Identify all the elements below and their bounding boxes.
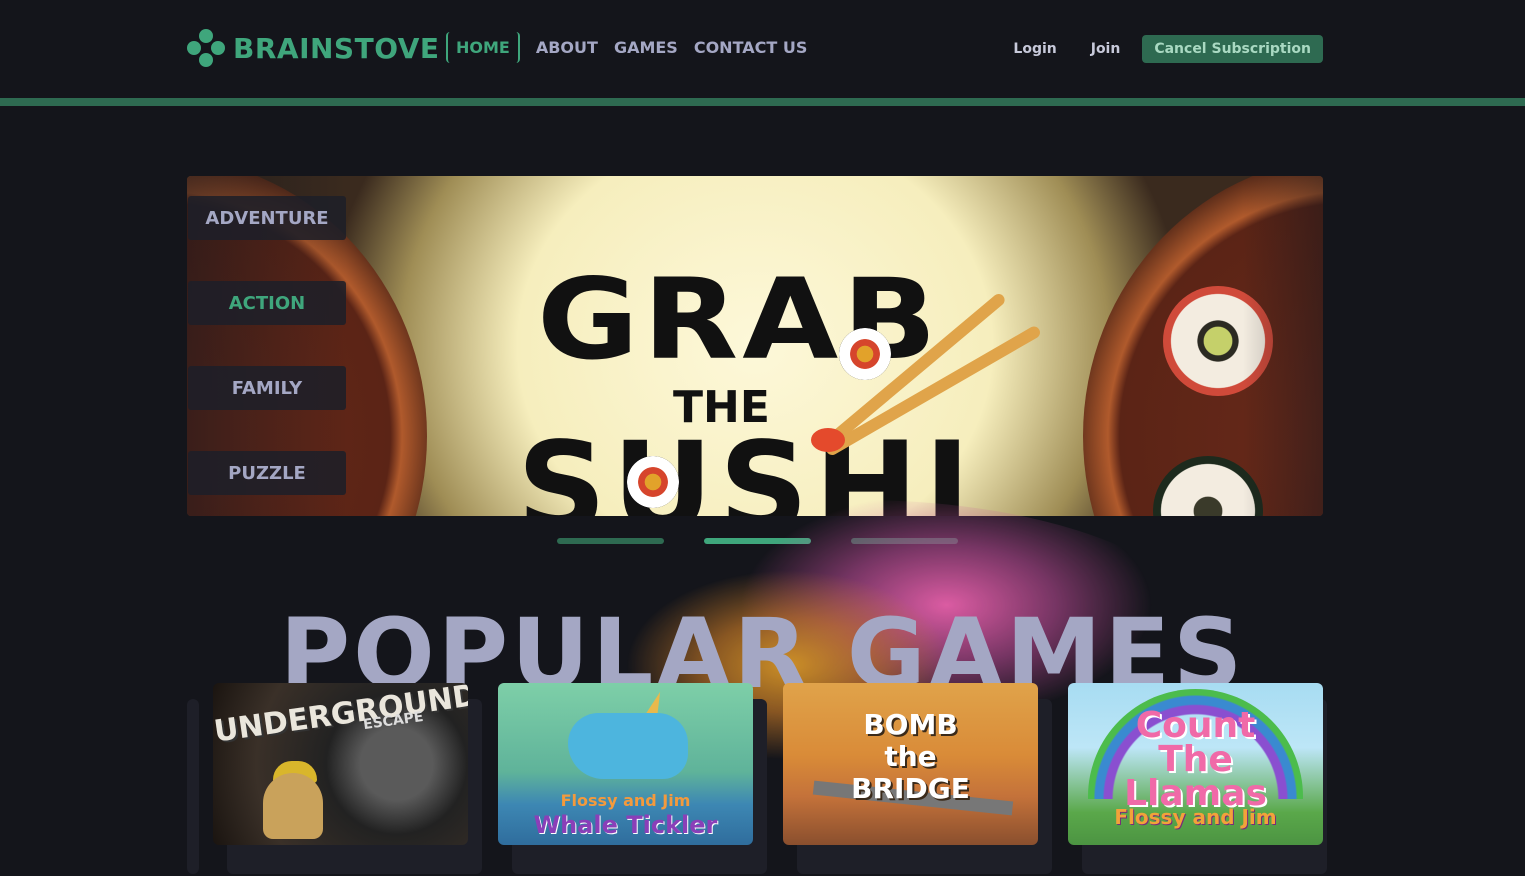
- category-puzzle-button[interactable]: PUZZLE: [188, 451, 346, 495]
- login-link[interactable]: Login: [1013, 41, 1056, 57]
- game-card-count-the-llamas[interactable]: Count The Llamas Flossy and Jim: [1068, 683, 1323, 845]
- game-card-whale-tickler[interactable]: Flossy and Jim Whale Tickler: [498, 683, 753, 845]
- nav-home[interactable]: HOME: [446, 32, 520, 63]
- game-card-title: UNDERGROUND: [213, 683, 468, 750]
- narwhal-icon: [568, 713, 688, 779]
- sushi-piece-icon: [627, 456, 679, 508]
- main-nav: HOME ABOUT GAMES CONTACT US: [446, 30, 823, 65]
- nav-contact-us[interactable]: CONTACT US: [694, 38, 808, 57]
- game-card-title: Count The Llamas: [1124, 705, 1267, 814]
- auth-links: Login Join Cancel Subscription: [979, 35, 1323, 63]
- game-card-bomb-the-bridge[interactable]: BOMB the BRIDGE: [783, 683, 1038, 845]
- miner-character-icon: [263, 773, 323, 839]
- game-card-subtitle: Flossy and Jim: [560, 791, 691, 810]
- category-adventure-button[interactable]: ADVENTURE: [188, 196, 346, 240]
- nav-games[interactable]: GAMES: [614, 38, 678, 57]
- join-link[interactable]: Join: [1091, 41, 1121, 57]
- game-card-underground-escape[interactable]: UNDERGROUND ESCAPE: [213, 683, 468, 845]
- game-card-subtitle: Flossy and Jim: [1114, 805, 1277, 829]
- game-card-title: BOMB the BRIDGE: [851, 708, 970, 805]
- game-card-title: Whale Tickler: [533, 811, 718, 839]
- header-divider: [0, 98, 1525, 106]
- cancel-subscription-button[interactable]: Cancel Subscription: [1142, 35, 1323, 63]
- site-header: BRAINSTOVE HOME ABOUT GAMES CONTACT US L…: [0, 0, 1525, 98]
- popular-games-row: UNDERGROUND ESCAPE Flossy and Jim Whale …: [187, 683, 1327, 876]
- logo-icon: [187, 29, 225, 67]
- category-action-button[interactable]: ACTION: [188, 281, 346, 325]
- category-family-button[interactable]: FAMILY: [188, 366, 346, 410]
- sushi-piece-icon: [839, 328, 891, 380]
- brand-logo[interactable]: BRAINSTOVE: [187, 28, 440, 68]
- hero-banner[interactable]: GRAB THE SUSHI: [187, 176, 1323, 516]
- nav-about[interactable]: ABOUT: [536, 38, 598, 57]
- hero-game-title: GRAB THE SUSHI: [187, 176, 1323, 516]
- salmon-icon: [811, 428, 845, 452]
- brand-name: BRAINSTOVE: [233, 31, 440, 65]
